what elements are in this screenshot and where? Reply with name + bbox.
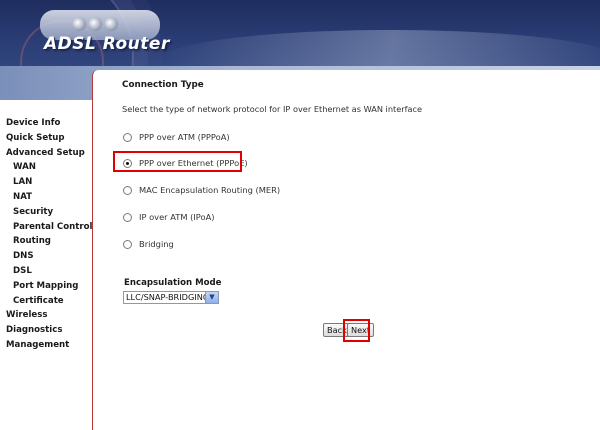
option-bridging[interactable]: Bridging: [123, 238, 174, 250]
sidebar-item-device-info[interactable]: Device Info: [6, 116, 92, 131]
option-label: MAC Encapsulation Routing (MER): [139, 185, 281, 195]
sidebar-item-nat[interactable]: NAT: [6, 190, 92, 205]
sidebar-item-advanced-setup[interactable]: Advanced Setup: [6, 146, 92, 161]
sidebar-item-wireless[interactable]: Wireless: [6, 308, 92, 323]
sidebar-item-parental-control[interactable]: Parental Control: [6, 220, 92, 235]
sidebar-item-management[interactable]: Management: [6, 338, 92, 353]
sidebar-item-security[interactable]: Security: [6, 205, 92, 220]
sidebar-item-lan[interactable]: LAN: [6, 175, 92, 190]
sidebar-item-certificate[interactable]: Certificate: [6, 294, 92, 309]
sidebar-item-wan[interactable]: WAN: [6, 160, 92, 175]
sidebar-item-routing[interactable]: Routing: [6, 234, 92, 249]
sidebar-item-diagnostics[interactable]: Diagnostics: [6, 323, 92, 338]
radio-button[interactable]: [123, 132, 132, 142]
chevron-down-icon[interactable]: ▼: [205, 292, 218, 303]
option-label: IP over ATM (IPoA): [139, 212, 215, 222]
content-panel: [92, 70, 600, 430]
sidebar-nav: Device Info Quick Setup Advanced Setup W…: [6, 116, 92, 353]
radio-button[interactable]: [123, 185, 132, 195]
router-led-icon: [104, 17, 118, 31]
sidebar-item-dsl[interactable]: DSL: [6, 264, 92, 279]
option-pppoa[interactable]: PPP over ATM (PPPoA): [123, 131, 230, 143]
router-led-icon: [72, 17, 86, 31]
option-label: PPP over ATM (PPPoA): [139, 132, 230, 142]
radio-button[interactable]: [123, 239, 132, 249]
highlight-box: [343, 319, 370, 342]
encapsulation-mode-select[interactable]: LLC/SNAP-BRIDGING ▼: [123, 291, 219, 304]
sidebar-item-dns[interactable]: DNS: [6, 249, 92, 264]
option-label: Bridging: [139, 239, 174, 249]
option-ipoa[interactable]: IP over ATM (IPoA): [123, 211, 215, 223]
sidebar-item-port-mapping[interactable]: Port Mapping: [6, 279, 92, 294]
brand-title: ADSL Router: [44, 34, 170, 54]
radio-button[interactable]: [123, 212, 132, 222]
highlight-box: [113, 151, 242, 172]
sidebar-item-quick-setup[interactable]: Quick Setup: [6, 131, 92, 146]
router-led-icon: [88, 17, 102, 31]
page-description: Select the type of network protocol for …: [122, 104, 423, 114]
select-value: LLC/SNAP-BRIDGING: [126, 292, 210, 302]
option-mer[interactable]: MAC Encapsulation Routing (MER): [123, 184, 280, 196]
encapsulation-mode-label: Encapsulation Mode: [124, 278, 222, 288]
page-title: Connection Type: [122, 80, 204, 90]
